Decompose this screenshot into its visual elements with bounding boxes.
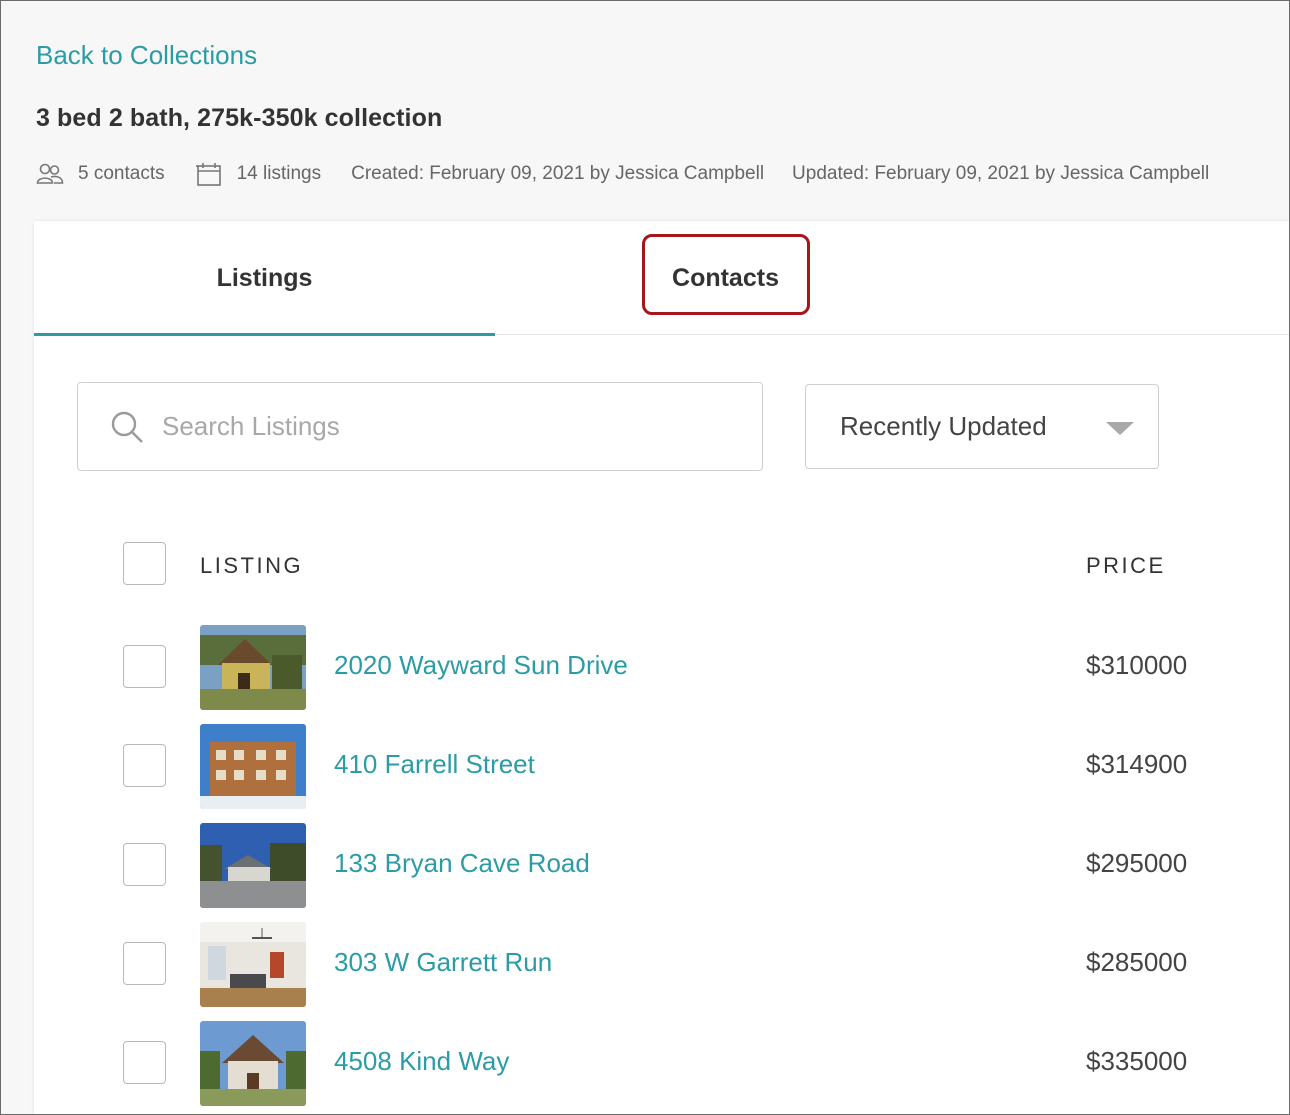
listings-count: 14 listings xyxy=(195,161,322,187)
table-row: 2020 Wayward Sun Drive $310000 xyxy=(123,625,1203,711)
row-checkbox[interactable] xyxy=(123,843,166,886)
listing-price: $314900 xyxy=(1086,749,1188,779)
row-checkbox[interactable] xyxy=(123,942,166,985)
listing-thumbnail[interactable] xyxy=(200,922,306,1007)
listings-icon xyxy=(195,161,223,187)
row-checkbox[interactable] xyxy=(123,744,166,787)
listing-address-link[interactable]: 2020 Wayward Sun Drive xyxy=(334,650,628,681)
search-box[interactable] xyxy=(77,382,763,471)
table-header: LISTING PRICE xyxy=(123,542,1203,586)
chevron-down-icon xyxy=(1106,422,1134,435)
listing-price: $335000 xyxy=(1086,1046,1188,1076)
listings-count-text: 14 listings xyxy=(236,163,322,184)
listing-thumbnail[interactable] xyxy=(200,724,306,809)
listing-price: $295000 xyxy=(1086,848,1188,878)
table-row: 303 W Garrett Run $285000 xyxy=(123,922,1203,1008)
listing-address-link[interactable]: 4508 Kind Way xyxy=(334,1046,509,1077)
sort-selected-value: Recently Updated xyxy=(840,411,1047,441)
tab-bar: Listings Contacts xyxy=(34,221,1290,336)
table-row: 133 Bryan Cave Road $295000 xyxy=(123,823,1203,909)
listing-address-link[interactable]: 410 Farrell Street xyxy=(334,749,535,780)
listing-thumbnail[interactable] xyxy=(200,1021,306,1106)
column-header-listing: LISTING xyxy=(200,553,304,578)
back-to-collections-link[interactable]: Back to Collections xyxy=(36,40,257,71)
listing-address-link[interactable]: 303 W Garrett Run xyxy=(334,947,552,978)
contacts-count-text: 5 contacts xyxy=(78,163,165,184)
sort-dropdown[interactable]: Recently Updated xyxy=(805,384,1159,469)
table-row: 410 Farrell Street $314900 xyxy=(123,724,1203,810)
listing-price: $310000 xyxy=(1086,650,1188,680)
created-info: Created: February 09, 2021 by Jessica Ca… xyxy=(351,163,765,184)
updated-info: Updated: February 09, 2021 by Jessica Ca… xyxy=(792,163,1210,184)
tab-contacts[interactable]: Contacts xyxy=(495,221,956,335)
collection-meta: 5 contacts 14 listings Created: February… xyxy=(36,158,1209,190)
search-input[interactable] xyxy=(162,411,722,442)
listing-price: $285000 xyxy=(1086,947,1188,977)
table-row: 4508 Kind Way $335000 xyxy=(123,1021,1203,1107)
search-icon xyxy=(110,410,144,444)
collection-card: Listings Contacts Recently Updated LISTI… xyxy=(34,221,1290,1115)
select-all-checkbox[interactable] xyxy=(123,542,166,585)
collection-title: 3 bed 2 bath, 275k-350k collection xyxy=(36,104,443,132)
tab-listings[interactable]: Listings xyxy=(34,221,495,336)
column-header-price: PRICE xyxy=(1086,553,1166,578)
row-checkbox[interactable] xyxy=(123,1041,166,1084)
listing-thumbnail[interactable] xyxy=(200,823,306,908)
listing-address-link[interactable]: 133 Bryan Cave Road xyxy=(334,848,590,879)
contacts-count: 5 contacts xyxy=(36,161,165,187)
listing-thumbnail[interactable] xyxy=(200,625,306,710)
contacts-icon xyxy=(36,161,64,187)
row-checkbox[interactable] xyxy=(123,645,166,688)
